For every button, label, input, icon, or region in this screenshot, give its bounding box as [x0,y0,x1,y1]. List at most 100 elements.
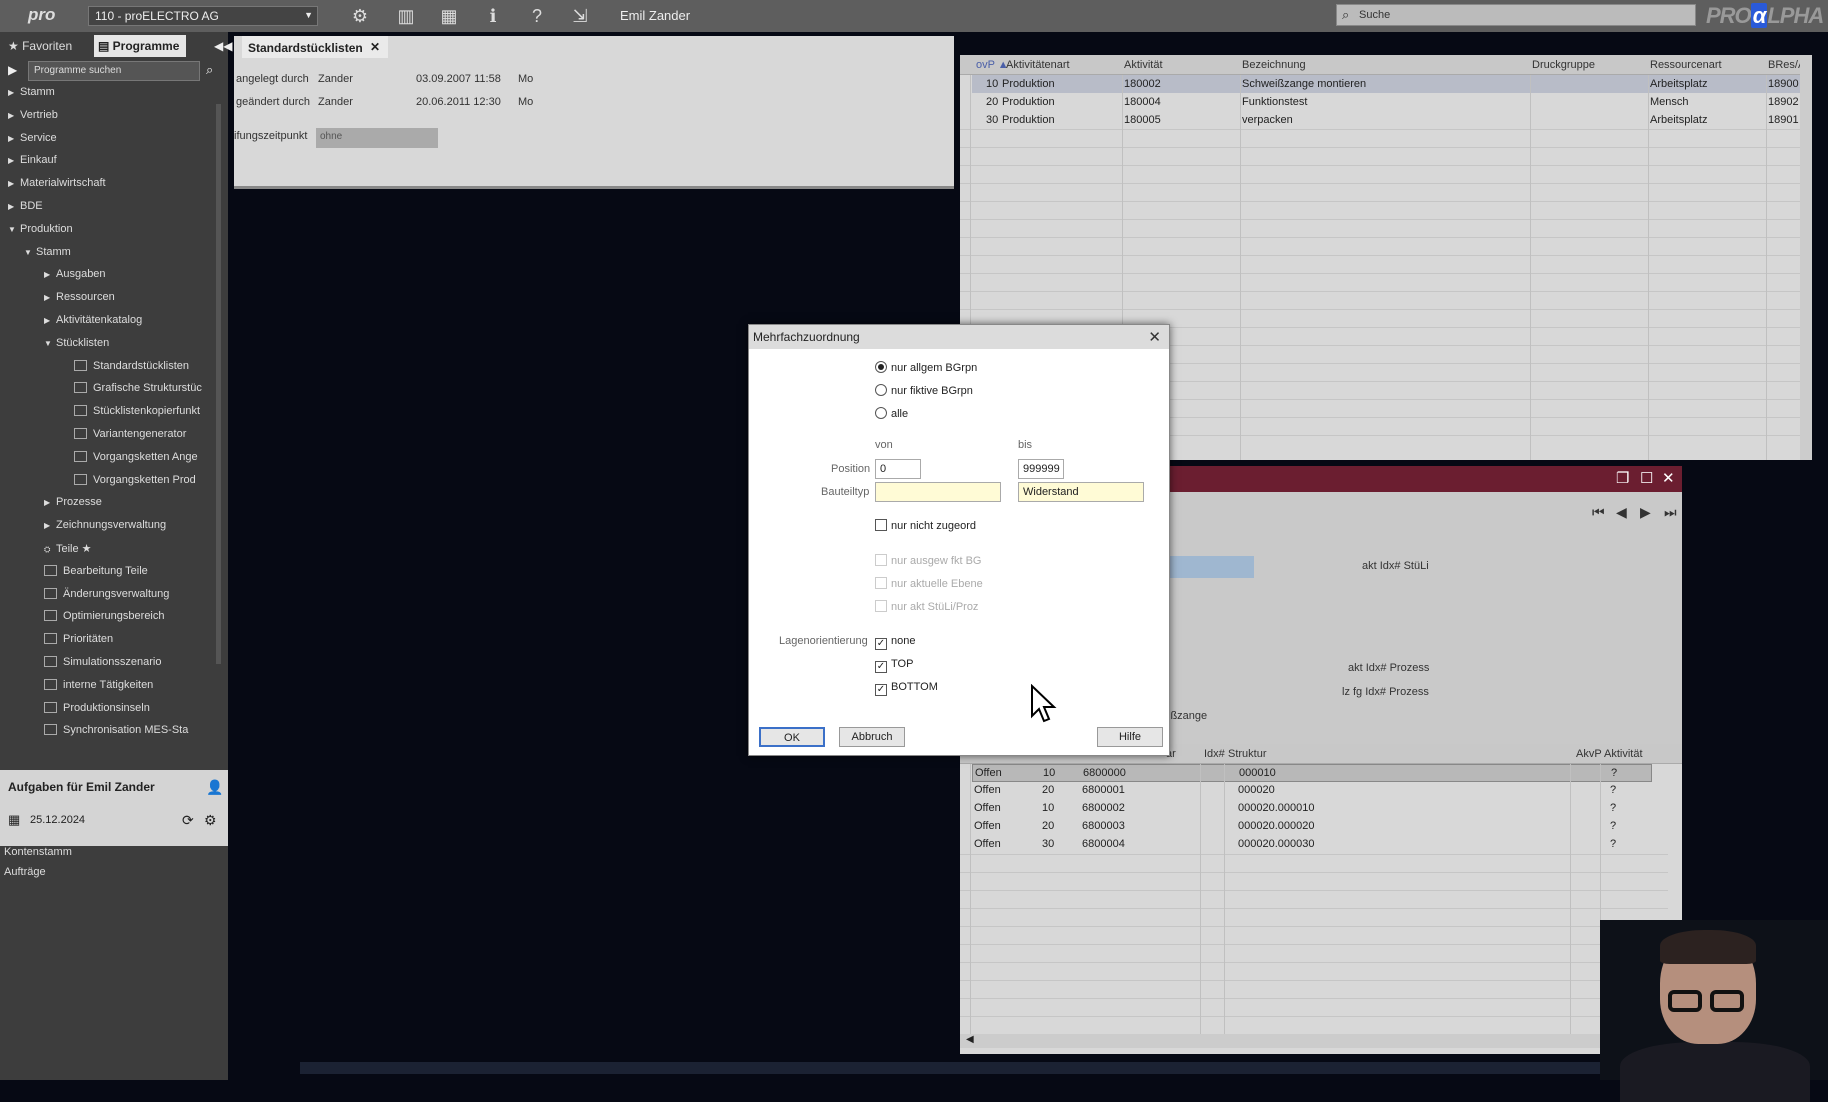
sidebar-item[interactable]: ▶ BDE [8,200,43,220]
user-icon[interactable]: 👤 [206,779,223,796]
sidebar-item[interactable]: ▼ Stücklisten [44,337,109,357]
play-icon[interactable]: ▶ [8,63,17,77]
sidebar-item[interactable]: Änderungsverwaltung [44,587,169,608]
col-header-idx[interactable]: Idx# [1204,748,1225,760]
info-icon[interactable]: ℹ [481,4,505,28]
refresh-icon[interactable]: ⟳ [182,812,194,829]
radio-nur-allgem[interactable]: nur allgem BGrpn [875,361,977,377]
col-header-aktivitaet[interactable]: Aktivität [1124,59,1163,71]
sidebar-item[interactable]: Variantengenerator [74,428,186,448]
chevron-left-icon[interactable]: ◀ [966,1034,974,1045]
sidebar-item[interactable]: ▶ Materialwirtschaft [8,177,106,197]
table-row[interactable]: Offen 20 6800003 000020.000020? [972,818,1652,836]
table-row[interactable]: Offen 10 6800002 000020.000010? [972,800,1652,818]
checkbox-none[interactable]: ✓ none [875,635,915,651]
col-header-ressourcenart[interactable]: Ressourcenart [1650,59,1722,71]
col-header-aktivitaetenart[interactable]: Aktivitätenart [1006,59,1070,71]
collapse-sidebar-icon[interactable]: ◀◀ [214,39,232,53]
sidebar-item[interactable]: ▶ Aktivitätenkatalog [44,314,142,334]
sidebar-item[interactable]: ▶ Stamm [8,86,55,106]
abbruch-button[interactable]: Abbruch [839,727,905,747]
close-icon[interactable]: ✕ [1662,469,1675,487]
radio-nur-fiktive[interactable]: nur fiktive BGrpn [875,384,973,400]
col-header-bezeichnung[interactable]: Bezeichnung [1242,59,1306,71]
sidebar-item[interactable]: interne Tätigkeiten [44,678,153,699]
help-icon[interactable]: ? [525,4,549,28]
sidebar-item[interactable]: Vorgangsketten Ange [74,450,198,471]
table-row[interactable]: 20 Produktion 180004 Funktionstest Mensch 189… [972,93,1810,111]
grid-icon[interactable]: ▦ [437,4,461,28]
ok-button[interactable]: OK [759,727,825,747]
col-header-ovp[interactable]: ovP ▲ [976,59,1009,71]
hilfe-button[interactable]: Hilfe [1097,727,1163,747]
program-search-input[interactable]: Programme suchen [28,61,200,81]
checkbox-bottom[interactable]: ✓ BOTTOM [875,681,938,697]
tab-standardstuecklisten[interactable]: Standardstücklisten ✕ [242,36,388,58]
close-icon[interactable]: ✕ [1148,328,1161,346]
sidebar-item[interactable]: Prioritäten [44,633,113,653]
logout-icon[interactable]: ⇲ [568,4,592,28]
sidebar-item[interactable]: ▶ Zeichnungsverwaltung [44,519,166,539]
col-header-struktur[interactable]: Struktur [1228,748,1267,760]
search-icon[interactable]: ⌕ [206,62,213,78]
sidebar-item[interactable]: Simulationsszenario [44,656,161,676]
gear-icon[interactable]: ⚙ [348,4,372,28]
sidebar-scrollbar[interactable] [216,104,221,664]
sidebar-item[interactable]: Grafische Strukturstüc [74,382,202,402]
company-select[interactable]: 110 - proELECTRO AG ▼ [88,6,318,26]
table-row[interactable]: Offen 20 6800001 000020? [972,782,1652,800]
radio-alle[interactable]: alle [875,407,908,423]
tab-programme[interactable]: ▤ Programme [94,35,186,57]
next-record-icon[interactable]: ▶ [1640,504,1651,521]
zeitpunkt-field[interactable]: ohne [316,128,438,148]
grid-scrollbar[interactable] [1800,55,1812,460]
checkbox-nur-nicht-zugeord[interactable]: nur nicht zugeord [875,519,976,535]
maximize-icon[interactable]: ☐ [1640,469,1653,487]
tab-favoriten[interactable]: ★ Favoriten [8,35,88,57]
bauteiltyp-from-input[interactable] [875,482,1001,502]
sidebar-item[interactable]: Standardstücklisten [74,359,189,380]
sidebar-item[interactable]: ⛭ Teile ★ [44,542,92,562]
sidebar-item[interactable]: Bearbeitung Teile [44,564,148,585]
table-cell: 000020.000020 [1238,820,1315,832]
col-header-druckgruppe[interactable]: Druckgruppe [1532,59,1595,71]
sidebar-item[interactable]: Optimierungsbereich [44,610,165,630]
first-record-icon[interactable]: ⏮ [1592,504,1605,521]
sidebar-item[interactable]: Synchronisation MES-Sta [44,724,188,744]
sidebar-item[interactable]: ▼ Produktion [8,223,73,243]
global-search-input[interactable]: ⌕ Suche [1336,4,1696,26]
checkbox-top[interactable]: ✓ TOP [875,658,913,674]
last-record-icon[interactable]: ⏭ [1664,504,1677,521]
close-icon[interactable]: ✕ [370,40,380,54]
restore-icon[interactable]: ❐ [1616,469,1629,487]
task-link-auftraege[interactable]: Aufträge [4,862,72,882]
sidebar-item[interactable]: ▶ Einkauf [8,154,57,174]
table-row[interactable]: 10 Produktion 180002 Schweißzange montieren… [972,75,1810,93]
bauteiltyp-to-input[interactable]: Widerstand [1018,482,1144,502]
geaendert-date: 20.06.2011 12:30 [416,96,501,108]
gear-icon[interactable]: ⚙ [204,812,217,829]
col-header-akvp[interactable]: AkvP [1576,748,1602,760]
prev-record-icon[interactable]: ◀ [1616,504,1627,521]
position-from-input[interactable]: 0 [875,459,921,479]
table-row[interactable]: Offen 10 6800000 000010? [972,764,1652,782]
sidebar-item[interactable]: Produktionsinseln [44,701,150,722]
sidebar-item[interactable]: ▼ Stamm [24,246,71,266]
sidebar-item[interactable]: Vorgangsketten Prod [74,473,196,494]
sidebar-item[interactable]: ▶ Prozesse [44,496,102,516]
table-row[interactable]: 30 Produktion 180005 verpacken Arbeitsplatz 1… [972,111,1810,129]
sidebar-item[interactable]: ▶ Ausgaben [44,268,106,288]
calendar-icon[interactable]: ▦ [8,812,20,828]
detail-field[interactable] [1162,556,1254,578]
table-row[interactable]: Offen 30 6800004 000020.000030? [972,836,1652,854]
sidebar-item[interactable]: ▶ Service [8,132,57,152]
col-header-aktivitaet[interactable]: Aktivität [1604,748,1643,760]
sidebar-item[interactable]: ▶ Vertrieb [8,109,58,129]
task-link-kontenstamm[interactable]: Kontenstamm [4,842,72,862]
table-cell: 18902 [1768,96,1799,108]
horizontal-scrollbar[interactable]: ◀ [960,1034,1682,1048]
sidebar-item[interactable]: ▶ Ressourcen [44,291,115,311]
layout-panel-icon[interactable]: ▥ [394,4,418,28]
sidebar-item[interactable]: Stücklistenkopierfunkt [74,405,200,425]
position-to-input[interactable]: 999999 [1018,459,1064,479]
